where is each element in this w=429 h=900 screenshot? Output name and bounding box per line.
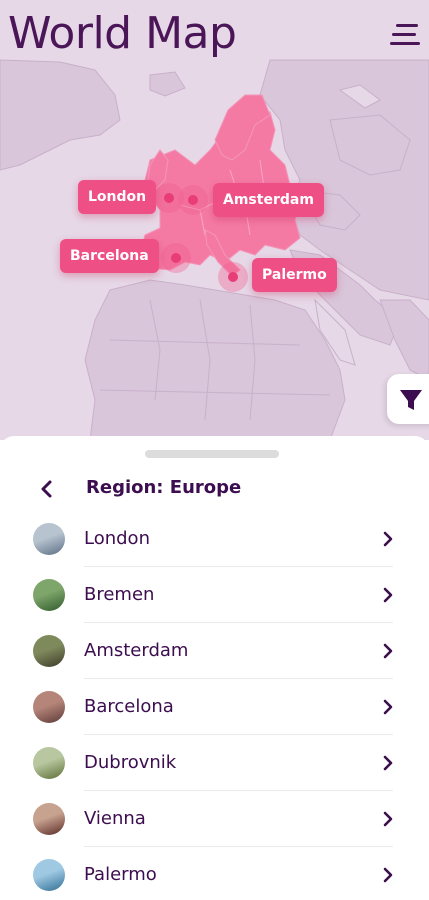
city-name: Barcelona xyxy=(84,696,174,717)
chevron-right-icon xyxy=(383,643,393,659)
map-label-barcelona[interactable]: Barcelona xyxy=(60,239,159,273)
city-thumbnail xyxy=(33,523,65,555)
filter-funnel-icon xyxy=(400,390,422,410)
map-pin-barcelona[interactable] xyxy=(171,253,181,263)
filter-button[interactable] xyxy=(387,374,429,424)
list-item[interactable]: London xyxy=(0,511,429,567)
chevron-right-icon xyxy=(383,755,393,771)
city-name: Amsterdam xyxy=(84,640,189,661)
city-thumbnail xyxy=(33,579,65,611)
chevron-right-icon xyxy=(383,531,393,547)
list-item[interactable]: Bremen xyxy=(0,567,429,623)
list-item[interactable]: Barcelona xyxy=(0,679,429,735)
page-title: World Map xyxy=(8,8,237,59)
region-title: Region: Europe xyxy=(86,477,242,498)
chevron-right-icon xyxy=(383,867,393,883)
list-item[interactable]: Palermo xyxy=(0,847,429,900)
list-item[interactable]: Amsterdam xyxy=(0,623,429,679)
city-thumbnail xyxy=(33,635,65,667)
map-label-amsterdam[interactable]: Amsterdam xyxy=(213,183,324,217)
region-bottom-sheet[interactable]: Region: Europe London Bremen Amsterdam Barc… xyxy=(0,436,429,900)
menu-line xyxy=(396,24,418,27)
sheet-drag-handle[interactable] xyxy=(145,450,279,458)
chevron-right-icon xyxy=(383,811,393,827)
world-map[interactable]: London Amsterdam Barcelona Palermo World… xyxy=(0,0,429,440)
city-name: London xyxy=(84,528,150,549)
map-pin-palermo[interactable] xyxy=(228,272,238,282)
chevron-left-icon xyxy=(41,480,52,498)
city-thumbnail xyxy=(33,859,65,891)
city-thumbnail xyxy=(33,691,65,723)
back-button[interactable] xyxy=(34,474,60,504)
chevron-right-icon xyxy=(383,699,393,715)
city-thumbnail xyxy=(33,747,65,779)
city-name: Vienna xyxy=(84,808,146,829)
map-pin-amsterdam[interactable] xyxy=(188,195,198,205)
city-name: Bremen xyxy=(84,584,155,605)
list-item[interactable]: Vienna xyxy=(0,791,429,847)
city-name: Dubrovnik xyxy=(84,752,177,773)
city-thumbnail xyxy=(33,803,65,835)
city-name: Palermo xyxy=(84,864,157,885)
menu-line xyxy=(392,33,416,36)
hamburger-menu-icon[interactable] xyxy=(388,18,422,52)
list-item[interactable]: Dubrovnik xyxy=(0,735,429,791)
city-list: London Bremen Amsterdam Barcelona Dubrovnik V… xyxy=(0,511,429,900)
map-label-palermo[interactable]: Palermo xyxy=(252,258,337,292)
chevron-right-icon xyxy=(383,587,393,603)
map-pin-london[interactable] xyxy=(164,193,174,203)
menu-line xyxy=(390,42,420,45)
map-canvas[interactable] xyxy=(0,0,429,440)
map-label-london[interactable]: London xyxy=(78,180,157,214)
